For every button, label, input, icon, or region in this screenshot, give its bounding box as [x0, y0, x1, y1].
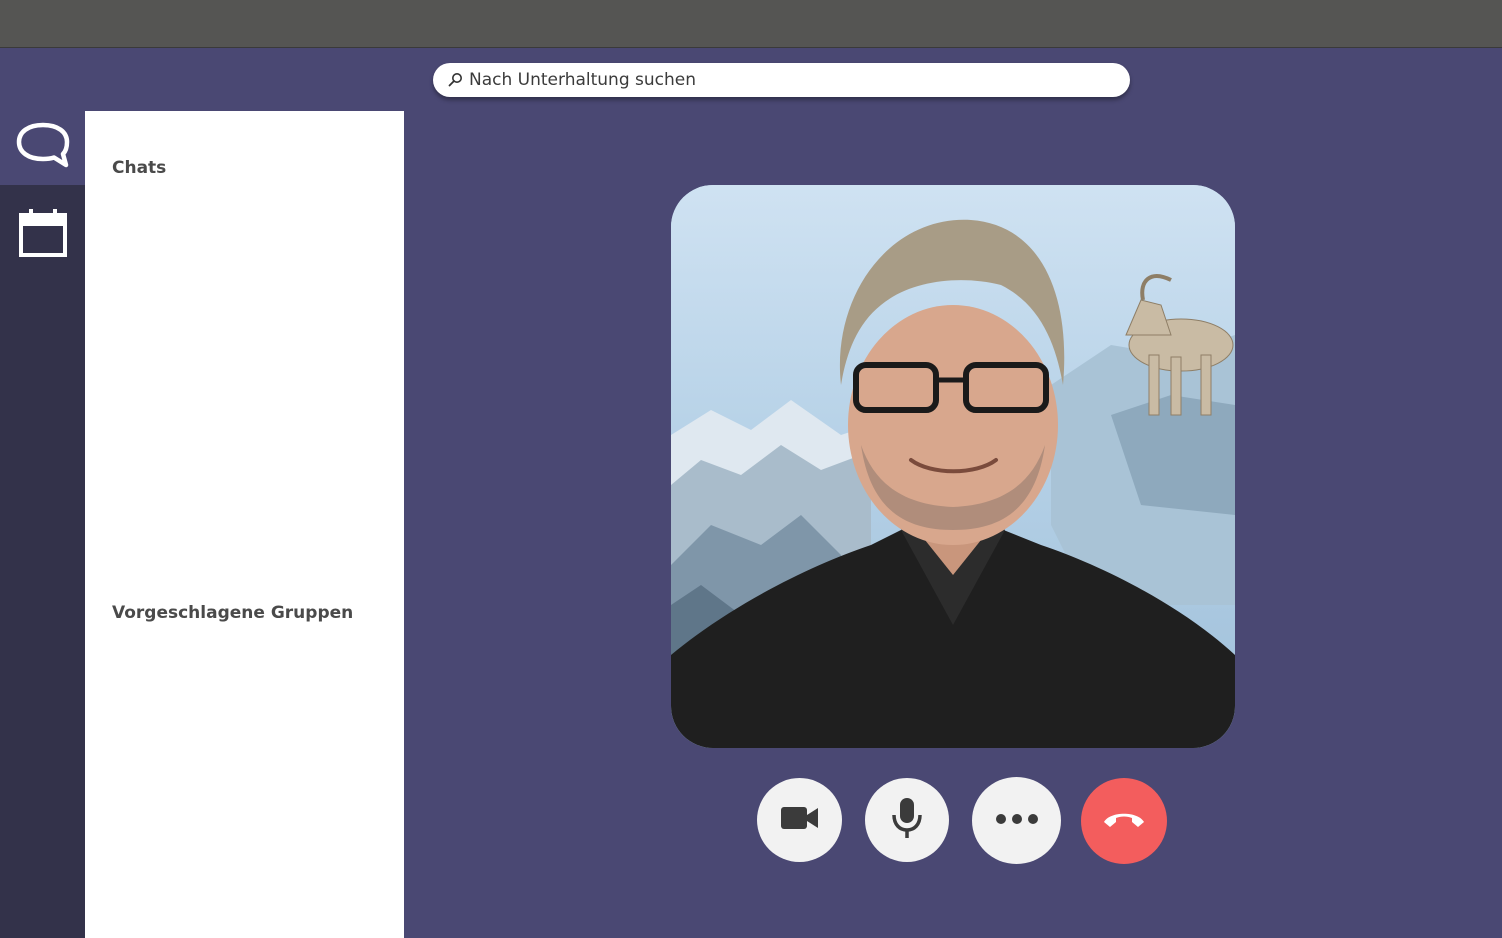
chats-heading: Chats	[112, 158, 167, 178]
rail-item-calendar[interactable]	[0, 185, 85, 285]
teams-app: Chats Vorgeschlagene Gruppen	[0, 48, 1502, 938]
search-icon	[447, 72, 463, 88]
participant-video	[671, 185, 1235, 748]
search-bar[interactable]	[433, 63, 1130, 97]
more-options-button[interactable]	[972, 777, 1061, 864]
hang-up-phone-icon	[1102, 809, 1146, 834]
window-titlebar	[0, 0, 1502, 48]
hang-up-button[interactable]	[1081, 778, 1167, 864]
camera-button[interactable]	[757, 778, 842, 862]
chat-bubble-icon	[15, 121, 71, 176]
video-camera-icon	[780, 805, 820, 836]
participant-video-feed	[671, 185, 1235, 748]
suggested-groups-heading: Vorgeschlagene Gruppen	[112, 603, 354, 623]
more-dots-icon	[995, 812, 1039, 830]
microphone-button[interactable]	[865, 778, 949, 862]
call-controls	[0, 777, 1502, 867]
microphone-icon	[891, 797, 923, 844]
rail-item-chat[interactable]	[0, 111, 85, 185]
calendar-icon	[18, 207, 68, 264]
search-input[interactable]	[469, 65, 1109, 95]
